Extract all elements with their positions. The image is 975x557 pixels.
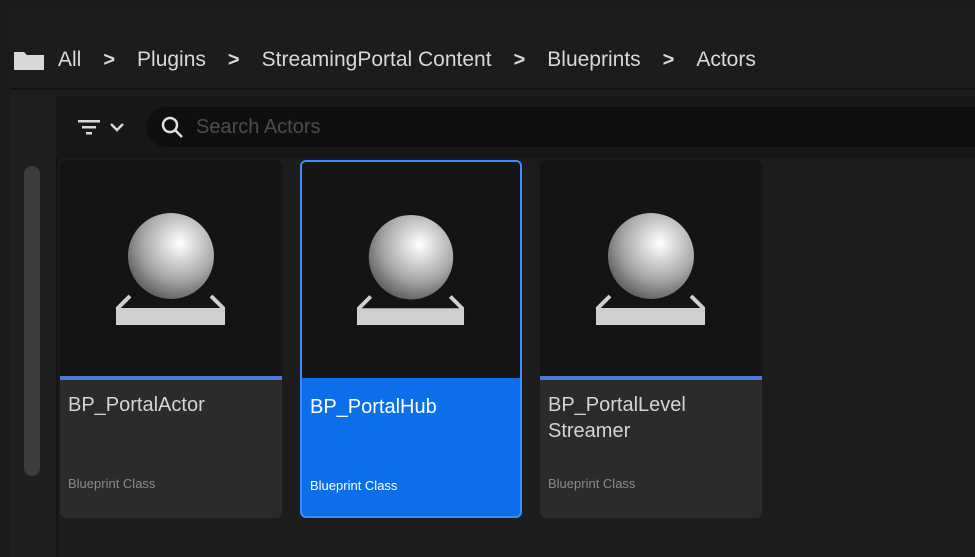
asset-name: BP_PortalLevel Streamer	[548, 394, 686, 442]
content-browser: All > Plugins > StreamingPortal Content …	[10, 10, 975, 557]
left-rail	[10, 96, 58, 557]
search-icon	[161, 116, 183, 138]
breadcrumb-separator-icon[interactable]: >	[663, 49, 675, 72]
filter-button[interactable]	[76, 107, 136, 147]
breadcrumb-separator-icon[interactable]: >	[103, 49, 115, 72]
asset-tile-bp-portalactor[interactable]: BP_PortalActor Blueprint Class	[60, 160, 282, 518]
blueprint-sphere-icon	[116, 213, 225, 325]
asset-name: BP_PortalActor	[68, 394, 205, 416]
asset-accent-bar	[60, 376, 282, 380]
asset-tile-bp-portalhub[interactable]: BP_PortalHub Blueprint Class	[300, 160, 522, 518]
folder-icon[interactable]	[14, 50, 44, 70]
chevron-down-icon	[110, 123, 124, 132]
asset-type: Blueprint Class	[310, 478, 398, 493]
asset-type: Blueprint Class	[68, 476, 156, 491]
asset-thumbnail	[302, 162, 520, 378]
breadcrumb-item-streamingportal-content[interactable]: StreamingPortal Content	[262, 48, 492, 72]
asset-accent-bar	[540, 376, 762, 380]
toolbar	[56, 96, 975, 158]
asset-type: Blueprint Class	[548, 476, 636, 491]
blueprint-sphere-icon	[596, 213, 705, 325]
asset-name: BP_PortalHub	[310, 396, 437, 418]
search-box[interactable]	[146, 107, 975, 147]
search-input[interactable]	[194, 114, 798, 140]
asset-thumbnail	[60, 160, 282, 376]
asset-tile-bp-portallevel-streamer[interactable]: BP_PortalLevel Streamer Blueprint Class	[540, 160, 762, 518]
asset-accent-bar	[302, 378, 520, 382]
scrollbar-thumb[interactable]	[24, 166, 40, 476]
breadcrumb-item-blueprints[interactable]: Blueprints	[547, 48, 640, 72]
breadcrumb-item-all[interactable]: All	[58, 48, 81, 72]
breadcrumb-item-actors[interactable]: Actors	[696, 48, 756, 72]
breadcrumb-separator-icon[interactable]: >	[514, 49, 526, 72]
blueprint-sphere-icon	[356, 214, 465, 325]
filter-icon	[78, 120, 100, 135]
breadcrumb: All > Plugins > StreamingPortal Content …	[10, 32, 975, 90]
breadcrumb-item-plugins[interactable]: Plugins	[137, 48, 206, 72]
asset-thumbnail	[540, 160, 762, 376]
breadcrumb-separator-icon[interactable]: >	[228, 49, 240, 72]
